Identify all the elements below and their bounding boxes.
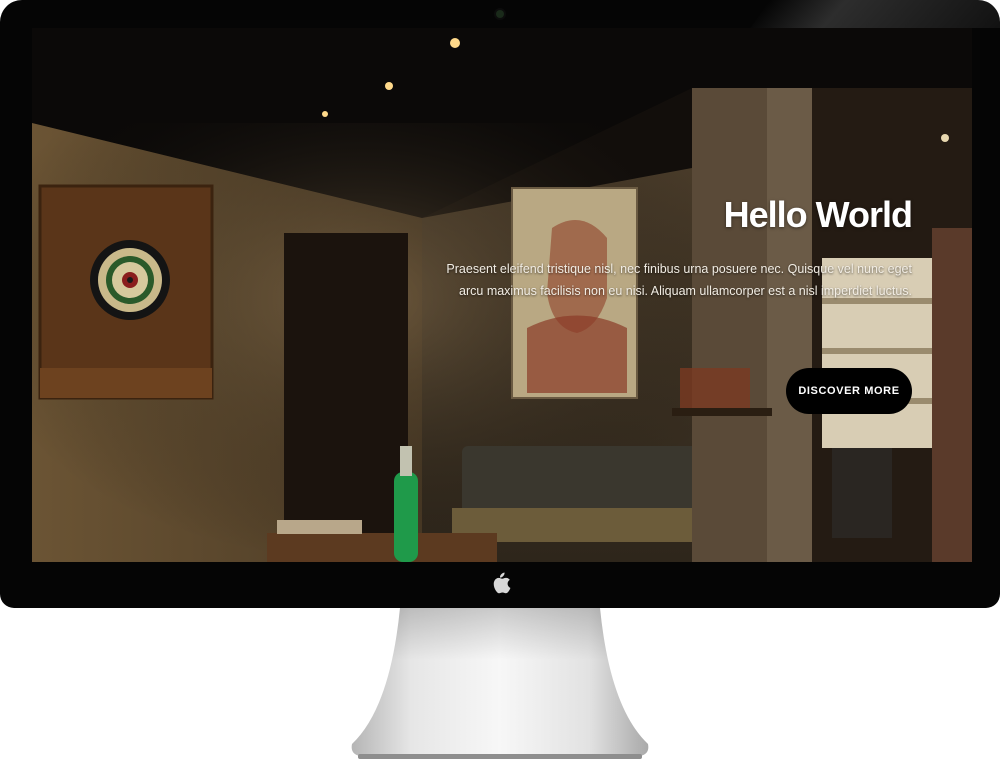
discover-more-button[interactable]: DISCOVER MORE (786, 368, 912, 414)
monitor-bezel: Hello World Praesent eleifend tristique … (0, 0, 1000, 608)
hero-description: Praesent eleifend tristique nisl, nec fi… (446, 262, 912, 298)
monitor-stand (351, 608, 649, 759)
apple-logo-icon (493, 572, 511, 594)
hero-title: Hello World (723, 194, 913, 235)
camera-icon (496, 10, 504, 18)
screen: Hello World Praesent eleifend tristique … (32, 28, 972, 562)
